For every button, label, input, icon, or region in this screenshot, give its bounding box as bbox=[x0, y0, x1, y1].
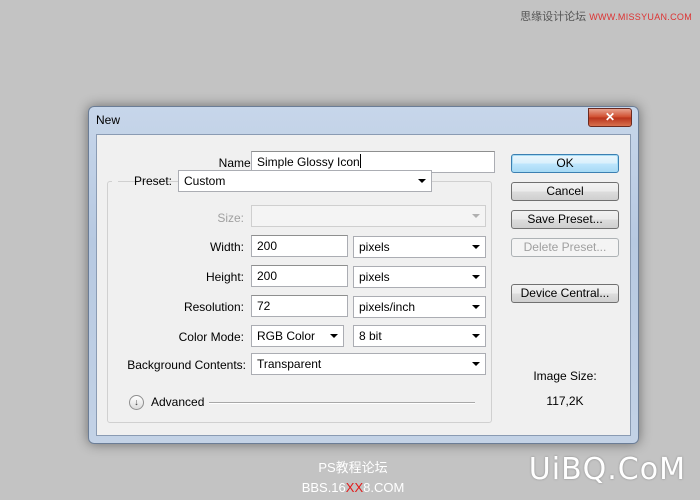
width-unit-select[interactable]: pixels bbox=[353, 236, 486, 258]
dropdown-arrow-icon bbox=[472, 275, 480, 279]
resolution-unit-select[interactable]: pixels/inch bbox=[353, 296, 486, 318]
dialog-body: Name: Simple Glossy Icon Preset: Custom … bbox=[96, 134, 631, 436]
height-unit-select[interactable]: pixels bbox=[353, 266, 486, 288]
dropdown-arrow-icon bbox=[418, 179, 426, 183]
name-label: Name: bbox=[218, 156, 254, 170]
size-label: Size: bbox=[217, 211, 244, 225]
preset-row: Preset: Custom bbox=[112, 170, 432, 192]
save-preset-button[interactable]: Save Preset... bbox=[511, 210, 619, 229]
site-logo: UiBQ.CoM bbox=[528, 452, 686, 487]
resolution-label: Resolution: bbox=[183, 300, 244, 314]
advanced-divider bbox=[209, 402, 475, 404]
image-size-value: 117,2K bbox=[546, 394, 584, 408]
dialog-titlebar[interactable]: New ✕ bbox=[89, 107, 638, 131]
delete-preset-button[interactable]: Delete Preset... bbox=[511, 238, 619, 257]
dropdown-arrow-icon bbox=[330, 334, 338, 338]
watermark-bottom: PS教程论坛 BBS.16XX8.COM bbox=[288, 458, 418, 498]
background-contents-select[interactable]: Transparent bbox=[251, 353, 486, 375]
size-select[interactable] bbox=[251, 205, 486, 227]
text-caret bbox=[359, 154, 361, 168]
dropdown-arrow-icon bbox=[472, 362, 480, 366]
height-field[interactable]: 200 bbox=[251, 265, 348, 287]
chevron-double-down-icon[interactable]: ↓ bbox=[129, 395, 144, 410]
dropdown-arrow-icon bbox=[472, 245, 480, 249]
dropdown-arrow-icon bbox=[472, 214, 480, 218]
width-label: Width: bbox=[209, 240, 244, 254]
image-size-label: Image Size: bbox=[533, 369, 597, 383]
close-icon: ✕ bbox=[604, 110, 616, 124]
resolution-field[interactable]: 72 bbox=[251, 295, 348, 317]
color-mode-select[interactable]: RGB Color bbox=[251, 325, 344, 347]
preset-select[interactable]: Custom bbox=[178, 170, 432, 192]
new-document-dialog: New ✕ Name: Simple Glossy Icon Preset: C… bbox=[88, 106, 639, 444]
device-central-button[interactable]: Device Central... bbox=[511, 284, 619, 303]
advanced-label[interactable]: Advanced bbox=[151, 395, 204, 409]
close-button[interactable]: ✕ bbox=[588, 108, 632, 127]
background-contents-label: Background Contents: bbox=[127, 358, 246, 372]
bit-depth-select[interactable]: 8 bit bbox=[353, 325, 486, 347]
dialog-title: New bbox=[96, 113, 121, 127]
width-field[interactable]: 200 bbox=[251, 235, 348, 257]
height-label: Height: bbox=[205, 270, 244, 284]
watermark-top: 思缘设计论坛 WWW.MISSYUAN.COM bbox=[520, 8, 692, 24]
color-mode-label: Color Mode: bbox=[178, 330, 244, 344]
watermark-top-cn: 思缘设计论坛 bbox=[520, 11, 587, 23]
watermark-bottom-url: BBS.16XX8.COM bbox=[301, 480, 405, 495]
watermark-bottom-cn: PS教程论坛 bbox=[318, 460, 388, 475]
watermark-top-en: WWW.MISSYUAN.COM bbox=[589, 12, 692, 22]
preset-label: Preset: bbox=[133, 174, 172, 188]
dropdown-arrow-icon bbox=[472, 334, 480, 338]
ok-button[interactable]: OK bbox=[511, 154, 619, 173]
cancel-button[interactable]: Cancel bbox=[511, 182, 619, 201]
dropdown-arrow-icon bbox=[472, 305, 480, 309]
